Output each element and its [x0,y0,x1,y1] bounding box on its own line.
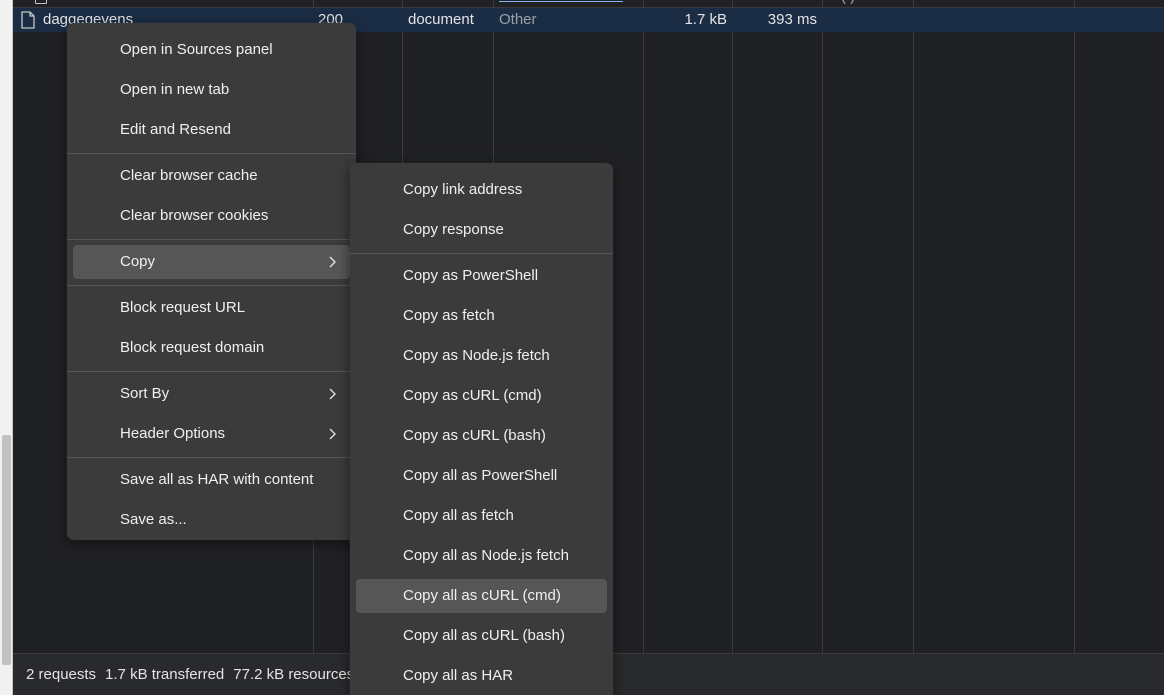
menu-item-label: Save all as HAR with content [120,471,314,488]
scrollbar-thumb[interactable] [2,435,11,665]
resources-size: 77.2 kB resources [233,666,355,683]
menu-item-clear-cache[interactable]: Clear browser cache [67,156,356,196]
context-menu: Open in Sources panel Open in new tab Ed… [67,23,356,540]
initiator-link[interactable] [499,0,623,2]
menu-separator [67,239,356,240]
menu-item-label: Copy all as fetch [403,507,514,524]
menu-item-copy-response[interactable]: Copy response [350,210,613,250]
column-divider [1074,0,1075,653]
menu-separator [67,457,356,458]
menu-item-label: Clear browser cookies [120,207,269,224]
menu-item-copy[interactable]: Copy [67,242,356,282]
menu-separator [67,153,356,154]
menu-item-block-domain[interactable]: Block request domain [67,328,356,368]
menu-item-save-har[interactable]: Save all as HAR with content [67,460,356,500]
menu-item-block-url[interactable]: Block request URL [67,288,356,328]
menu-item-copy-link-address[interactable]: Copy link address [350,170,613,210]
request-type: document [408,11,474,28]
menu-item-save-as[interactable]: Save as... [67,500,356,540]
menu-item-label: Save as... [120,511,187,528]
menu-separator [67,285,356,286]
chevron-right-icon [329,428,336,440]
menu-item-clear-cookies[interactable]: Clear browser cookies [67,196,356,236]
devtools-network-panel: ( ) daggegevens 200 document Other 1.7 k… [0,0,1164,695]
menu-item-label: Copy as PowerShell [403,267,539,284]
menu-item-copy-all-as-curl-bash[interactable]: Copy all as cURL (bash) [350,616,613,656]
menu-item-open-in-sources[interactable]: Open in Sources panel [67,30,356,70]
page-scrollbar[interactable] [0,0,13,695]
transferred-size: 1.7 kB transferred [105,666,225,683]
menu-separator [67,371,356,372]
menu-item-copy-all-as-fetch[interactable]: Copy all as fetch [350,496,613,536]
menu-item-copy-as-fetch[interactable]: Copy as fetch [350,296,613,336]
menu-item-copy-as-nodejs-fetch[interactable]: Copy as Node.js fetch [350,336,613,376]
request-initiator: Other [499,11,537,28]
menu-item-label: Block request URL [120,299,246,316]
menu-item-label: Edit and Resend [120,121,231,138]
menu-item-label: Clear browser cache [120,167,258,184]
copy-submenu: Copy link address Copy response Copy as … [350,163,613,695]
partial-row-text: ( ) [841,0,855,5]
document-icon [35,0,47,4]
menu-item-sort-by[interactable]: Sort By [67,374,356,414]
menu-item-label: Copy all as PowerShell [403,467,558,484]
menu-item-label: Copy all as HAR [403,667,514,684]
menu-item-label: Copy [120,253,156,270]
menu-item-open-in-new-tab[interactable]: Open in new tab [67,70,356,110]
menu-item-copy-as-powershell[interactable]: Copy as PowerShell [350,256,613,296]
menu-item-label: Copy as cURL (cmd) [403,387,542,404]
chevron-right-icon [329,256,336,268]
column-divider [822,0,823,653]
table-row[interactable]: ( ) [13,0,1164,8]
menu-item-label: Copy link address [403,181,523,198]
menu-item-copy-all-as-powershell[interactable]: Copy all as PowerShell [350,456,613,496]
menu-item-copy-all-as-har[interactable]: Copy all as HAR [350,656,613,695]
menu-item-header-options[interactable]: Header Options [67,414,356,454]
document-icon [21,11,35,29]
menu-item-copy-all-as-nodejs-fetch[interactable]: Copy all as Node.js fetch [350,536,613,576]
menu-item-label: Open in Sources panel [120,41,273,58]
menu-item-label: Open in new tab [120,81,230,98]
menu-separator [350,253,613,254]
menu-item-label: Copy all as Node.js fetch [403,547,569,564]
menu-item-edit-and-resend[interactable]: Edit and Resend [67,110,356,150]
menu-item-label: Sort By [120,385,170,402]
menu-item-copy-all-as-curl-cmd[interactable]: Copy all as cURL (cmd) [350,576,613,616]
menu-item-label: Copy as cURL (bash) [403,427,546,444]
column-divider [732,0,733,653]
menu-item-label: Copy response [403,221,504,238]
chevron-right-icon [329,388,336,400]
menu-item-label: Block request domain [120,339,265,356]
menu-item-label: Copy all as cURL (cmd) [403,587,561,604]
menu-item-copy-as-curl-cmd[interactable]: Copy as cURL (cmd) [350,376,613,416]
menu-item-label: Copy all as cURL (bash) [403,627,566,644]
menu-item-label: Copy as Node.js fetch [403,347,550,364]
column-divider [643,0,644,653]
request-size: 1.7 kB [684,11,727,28]
column-divider [913,0,914,653]
menu-item-label: Copy as fetch [403,307,495,324]
menu-item-label: Header Options [120,425,226,442]
request-time: 393 ms [767,11,817,28]
request-count: 2 requests [26,666,97,683]
menu-item-copy-as-curl-bash[interactable]: Copy as cURL (bash) [350,416,613,456]
